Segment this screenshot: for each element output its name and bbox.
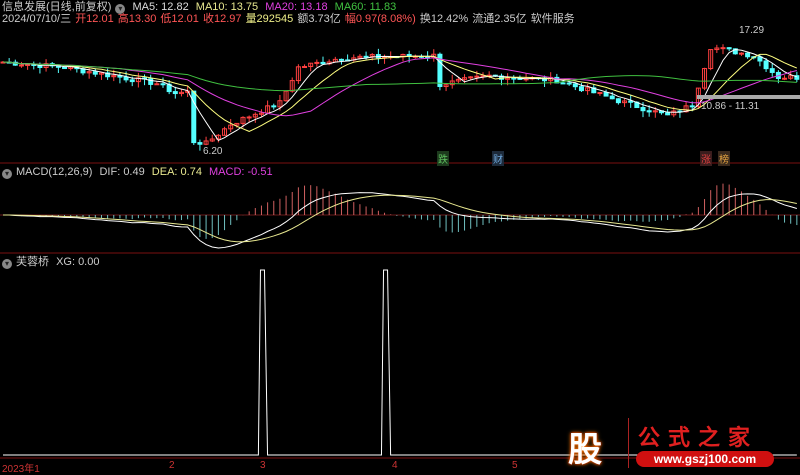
candle-down: [689, 105, 695, 108]
candle-down: [745, 52, 751, 58]
ma60-value: MA60: 11.83: [334, 1, 397, 13]
dropdown-icon[interactable]: ▾: [2, 259, 12, 269]
ma10-value: MA10: 13.75: [195, 1, 259, 13]
candle-down: [603, 92, 609, 97]
logo-char: 股: [568, 431, 602, 469]
candle-up: [474, 75, 480, 78]
macd-title: MACD(12,26,9): [16, 166, 93, 178]
xg-header: ▾ 芙蓉桥 XG: 0.00: [2, 256, 103, 269]
candle-down: [566, 82, 572, 85]
candle-down: [665, 112, 671, 116]
macd-dea: DEA: 0.74: [151, 166, 202, 178]
candle-down: [769, 68, 775, 73]
candle-up: [154, 83, 160, 86]
high: 高13.30: [117, 13, 157, 25]
candle-down: [609, 95, 615, 100]
candle-down: [560, 82, 566, 85]
candle-down: [338, 58, 344, 61]
macd-header: ▾ MACD(12,26,9) DIF: 0.49 DEA: 0.74 MACD:…: [2, 166, 277, 179]
axis-label: 4: [392, 460, 398, 471]
low: 低12.01: [160, 13, 199, 25]
marker-bang[interactable]: 榜: [718, 151, 730, 166]
candle-down: [511, 77, 517, 80]
quote-line: 2024/07/10/三 开12.01 高13.30 低12.01 收12.97…: [2, 13, 579, 26]
open: 开12.01: [75, 13, 114, 25]
candle-down: [726, 47, 732, 50]
logo-url: www.gszj100.com: [636, 451, 774, 467]
watermark-logo: 股 公式之家 www.gszj100.com: [560, 418, 800, 473]
candle-down: [92, 71, 98, 75]
sector: 软件服务: [530, 13, 575, 25]
low-price-label: 6.20: [203, 146, 223, 157]
candle-up: [782, 77, 788, 80]
axis-label: 2: [169, 460, 175, 471]
candle-down: [160, 83, 166, 86]
range-label: 10.86 - 11.31: [701, 101, 760, 112]
xg-value: XG: 0.00: [56, 256, 100, 268]
candle-down: [129, 79, 135, 83]
close: 收12.97: [202, 13, 242, 25]
candle-down: [271, 105, 277, 108]
candle-up: [597, 92, 603, 95]
candle-up: [246, 116, 252, 119]
candle-down: [578, 86, 584, 92]
marker-cai[interactable]: 财: [492, 151, 504, 166]
candle-up: [302, 66, 308, 69]
xg-title: 芙蓉桥: [16, 256, 49, 268]
ma20-value: MA20: 13.18: [265, 1, 328, 13]
float-cap: 流通2.35亿: [472, 13, 527, 25]
macd-dif: DIF: 0.49: [99, 166, 145, 178]
change: 幅0.97(8.08%): [344, 13, 416, 25]
candle-down: [172, 91, 178, 95]
marker-zhang[interactable]: 涨: [700, 151, 712, 166]
amount: 额3.73亿: [297, 13, 341, 25]
candle-down: [62, 66, 68, 70]
volume: 量292545: [245, 13, 294, 25]
ma20-line: [2, 57, 797, 117]
candle-down: [763, 60, 769, 70]
candle-down: [320, 61, 326, 65]
candle-up: [25, 63, 31, 66]
candle-up: [720, 47, 726, 50]
ma10-line: [2, 53, 798, 132]
candle-up: [468, 76, 474, 79]
dea-line: [2, 194, 797, 243]
candle-down: [123, 76, 129, 81]
axis-label: 5: [512, 460, 518, 471]
candle-down: [615, 98, 621, 104]
candle-down: [646, 110, 652, 113]
chart-title: 信息发展(日线,前复权): [2, 1, 112, 13]
stock-chart[interactable]: [0, 0, 800, 473]
candle-up: [738, 52, 744, 55]
axis-label: 3: [260, 460, 266, 471]
turnover: 换12.42%: [419, 13, 469, 25]
candle-down: [363, 55, 369, 58]
candle-up: [18, 64, 24, 67]
dropdown-icon[interactable]: ▾: [2, 169, 12, 179]
marker-die[interactable]: 跌: [437, 151, 449, 166]
high-price-label: 17.29: [739, 25, 765, 36]
date: 2024/07/10/三: [2, 13, 72, 25]
candle-down: [640, 107, 646, 112]
range-bar: [697, 95, 800, 99]
ma5-value: MA5: 12.82: [132, 1, 189, 13]
candle-down: [197, 142, 203, 145]
logo-name: 公式之家: [638, 425, 759, 450]
macd-value: MACD: -0.51: [209, 166, 273, 178]
candle-up: [314, 61, 320, 64]
candle-down: [148, 78, 154, 85]
candle-down: [572, 83, 578, 88]
